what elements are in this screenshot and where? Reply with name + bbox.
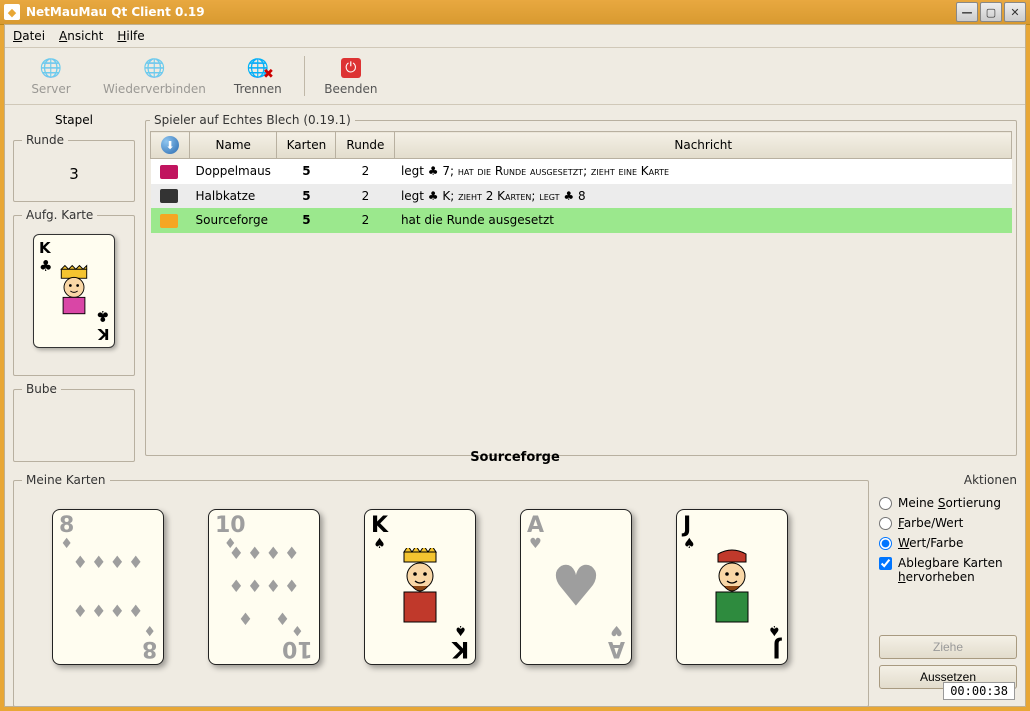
face-card-icon (385, 542, 455, 632)
hand-card[interactable]: 10♦10♦♦♦♦♦♦♦♦♦♦♦ (208, 509, 320, 665)
player-name: Doppelmaus (190, 159, 277, 184)
player-name: Halbkatze (190, 184, 277, 209)
col-runde[interactable]: Runde (336, 132, 395, 159)
disconnect-icon: 🌐✖ (246, 56, 270, 80)
player-table: ⬇ Name Karten Runde Nachricht Doppelmaus… (150, 131, 1012, 233)
player-avatar-icon (160, 165, 178, 179)
aktionen-column: Aktionen Meine Sortierung Farbe/Wert Wer… (879, 473, 1017, 689)
pips: ♦♦♦♦♦♦♦♦♦♦ (227, 538, 301, 636)
window-title: NetMauMau Qt Client 0.19 (26, 5, 956, 19)
open-card: K♣ K♣ (33, 234, 115, 348)
meine-karten-group: Meine Karten 8♦8♦♦♦♦♦♦♦♦♦ 10♦10♦♦♦♦♦♦♦♦♦♦… (13, 473, 869, 707)
toolbar: 🌐 Server 🌐 Wiederverbinden 🌐✖ Trennen ⏻ … (5, 47, 1025, 105)
player-karten: 5 (277, 159, 336, 184)
toolbar-server-label: Server (31, 82, 70, 96)
globe-icon: 🌐 (39, 56, 63, 80)
reconnect-icon: 🌐 (142, 56, 166, 80)
player-runde: 2 (336, 159, 395, 184)
runde-label: Runde (22, 133, 68, 147)
player-runde: 2 (336, 208, 395, 233)
sort-meine-radio[interactable]: Meine Sortierung (879, 496, 1017, 510)
ziehe-button[interactable]: Ziehe (879, 635, 1017, 659)
toolbar-reconnect-label: Wiederverbinden (103, 82, 206, 96)
col-name[interactable]: Name (190, 132, 277, 159)
player-runde: 2 (336, 184, 395, 209)
aufg-karte-label: Aufg. Karte (22, 208, 97, 222)
col-karten[interactable]: Karten (277, 132, 336, 159)
toolbar-quit[interactable]: ⏻ Beenden (313, 54, 389, 98)
menu-ansicht[interactable]: Ansicht (59, 29, 103, 43)
player-nachricht: hat die Runde ausgesetzt (395, 208, 1012, 233)
sort-wert-farbe-radio[interactable]: Wert/Farbe (879, 536, 1017, 550)
toolbar-disconnect-label: Trennen (234, 82, 282, 96)
app-icon: ◆ (4, 4, 20, 20)
player-avatar-icon (160, 214, 178, 228)
sort-down-icon: ⬇ (161, 136, 179, 154)
aktionen-title: Aktionen (879, 473, 1017, 487)
runde-group: Runde 3 (13, 133, 135, 202)
power-icon: ⏻ (339, 56, 363, 80)
close-button[interactable]: ✕ (1004, 2, 1026, 22)
face-card-icon (697, 542, 767, 632)
bube-label: Bube (22, 382, 61, 396)
minimize-button[interactable]: — (956, 2, 978, 22)
spieler-group: Spieler auf Echtes Blech (0.19.1) ⬇ Name… (145, 113, 1017, 456)
current-player-label: Sourceforge (13, 450, 1017, 465)
hand-card[interactable]: A♥A♥♥ (520, 509, 632, 665)
toolbar-disconnect[interactable]: 🌐✖ Trennen (220, 54, 296, 98)
player-row[interactable]: Halbkatze52legt ♣ K; zieht 2 Karten; leg… (151, 184, 1012, 209)
suit-icon: ♥ (551, 555, 601, 620)
maximize-button[interactable]: ▢ (980, 2, 1002, 22)
sort-farbe-wert-radio[interactable]: Farbe/Wert (879, 516, 1017, 530)
highlight-checkbox[interactable]: Ablegbare Karten hervorheben (879, 556, 1017, 584)
aufg-karte-group: Aufg. Karte K♣ K♣ (13, 208, 135, 376)
menu-hilfe[interactable]: Hilfe (117, 29, 144, 43)
sort-header[interactable]: ⬇ (151, 132, 190, 159)
meine-karten-label: Meine Karten (22, 473, 110, 487)
player-nachricht: legt ♣ 7; hat die Runde ausgesetzt; zieh… (395, 159, 1012, 184)
hand-card[interactable]: 8♦8♦♦♦♦♦♦♦♦♦ (52, 509, 164, 665)
toolbar-quit-label: Beenden (324, 82, 377, 96)
title-bar: ◆ NetMauMau Qt Client 0.19 — ▢ ✕ (0, 0, 1030, 25)
col-nachricht[interactable]: Nachricht (395, 132, 1012, 159)
pips: ♦♦♦♦♦♦♦♦ (71, 538, 145, 636)
player-row[interactable]: Doppelmaus52legt ♣ 7; hat die Runde ausg… (151, 159, 1012, 184)
menu-datei[interactable]: Datei (13, 29, 45, 43)
spieler-title: Spieler auf Echtes Blech (0.19.1) (150, 113, 355, 127)
stapel-title: Stapel (13, 113, 135, 127)
menu-bar: Datei Ansicht Hilfe (5, 25, 1025, 47)
player-avatar-icon (160, 189, 178, 203)
king-face-icon (54, 267, 94, 315)
toolbar-server[interactable]: 🌐 Server (13, 54, 89, 98)
toolbar-reconnect[interactable]: 🌐 Wiederverbinden (93, 54, 216, 98)
player-row[interactable]: Sourceforge52hat die Runde ausgesetzt (151, 208, 1012, 233)
runde-value: 3 (22, 155, 126, 193)
stapel-column: Stapel Runde 3 Aufg. Karte K♣ K♣ (13, 113, 135, 446)
player-karten: 5 (277, 208, 336, 233)
hand-card[interactable]: K♠K♠ (364, 509, 476, 665)
status-clock: 00:00:38 (943, 682, 1015, 700)
hand-card[interactable]: J♠J♠ (676, 509, 788, 665)
player-name: Sourceforge (190, 208, 277, 233)
player-nachricht: legt ♣ K; zieht 2 Karten; legt ♣ 8 (395, 184, 1012, 209)
toolbar-separator (304, 56, 305, 96)
player-karten: 5 (277, 184, 336, 209)
